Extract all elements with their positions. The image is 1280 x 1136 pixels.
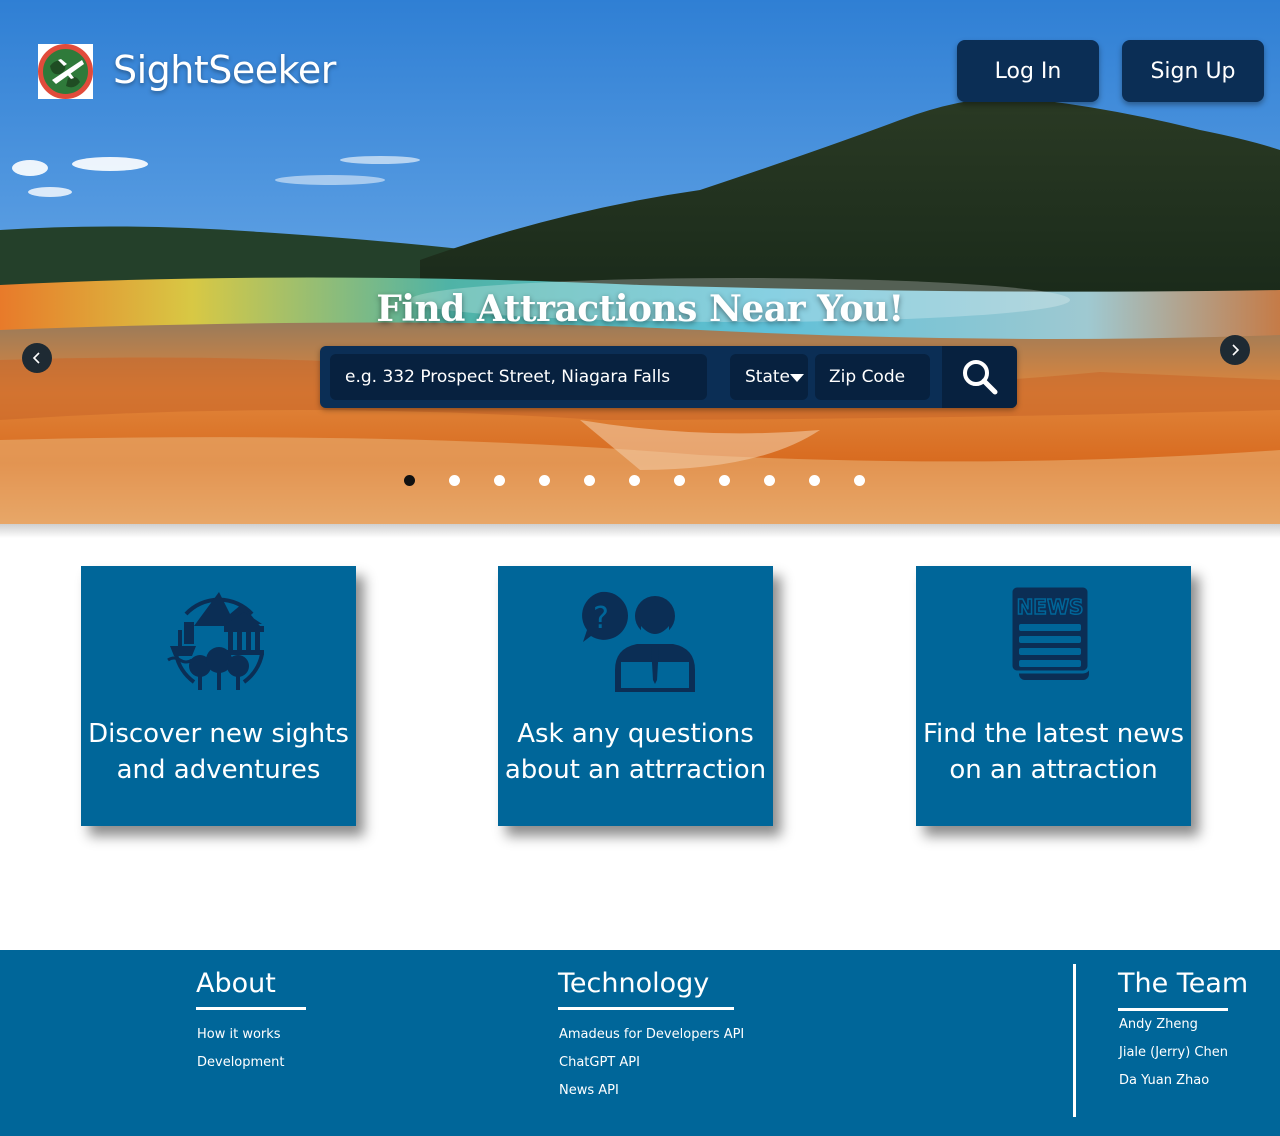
zip-code-input[interactable] <box>815 354 930 400</box>
footer-link-amadeus-api[interactable]: Amadeus for Developers API <box>559 1027 744 1042</box>
footer-link-how-it-works[interactable]: How it works <box>197 1027 281 1042</box>
svg-text:NEWS: NEWS <box>1016 595 1083 619</box>
carousel-dot[interactable] <box>809 475 820 486</box>
card-text-line: Ask any questions <box>517 719 754 749</box>
feature-card-ask[interactable]: ? Ask any questions about an attrraction <box>498 566 773 826</box>
footer-link-chatgpt-api[interactable]: ChatGPT API <box>559 1055 640 1070</box>
card-text: Find the latest news on an attraction <box>916 716 1191 788</box>
signup-button[interactable]: Sign Up <box>1122 40 1264 102</box>
footer-link-news-api[interactable]: News API <box>559 1083 619 1098</box>
footer-team-rule <box>1118 1008 1228 1011</box>
hero-banner: SightSeeker Log In Sign Up Find Attracti… <box>0 0 1280 524</box>
hero-shadow <box>0 524 1280 538</box>
state-select[interactable]: State <box>730 354 808 400</box>
carousel-dot[interactable] <box>584 475 595 486</box>
footer-team-member: Jiale (Jerry) Chen <box>1119 1045 1228 1060</box>
carousel-dot[interactable] <box>539 475 550 486</box>
footer-team-member: Da Yuan Zhao <box>1119 1073 1210 1088</box>
brand-name[interactable]: SightSeeker <box>113 48 336 92</box>
footer-link-development[interactable]: Development <box>197 1055 285 1070</box>
carousel-dot[interactable] <box>854 475 865 486</box>
footer-about-rule <box>196 1007 306 1010</box>
login-button[interactable]: Log In <box>957 40 1099 102</box>
state-select-label: State <box>745 367 790 387</box>
footer-technology-rule <box>558 1007 734 1010</box>
card-text: Discover new sights and adventures <box>81 716 356 788</box>
card-text-line: Discover new sights <box>88 719 349 749</box>
landmarks-globe-icon <box>166 592 264 690</box>
footer-team-heading: The Team <box>1118 968 1249 999</box>
globe-airplane-icon <box>38 44 93 99</box>
card-text: Ask any questions about an attrraction <box>498 716 773 788</box>
card-text-line: about an attrraction <box>504 755 767 785</box>
carousel-dot[interactable] <box>494 475 505 486</box>
caret-down-icon <box>790 374 804 382</box>
search-bar: State <box>320 346 1017 408</box>
card-icon-wrapper: NEWS <box>916 584 1191 694</box>
carousel-dot[interactable] <box>629 475 640 486</box>
carousel-dot[interactable] <box>404 475 415 486</box>
feature-card-discover[interactable]: Discover new sights and adventures <box>81 566 356 826</box>
hero-title: Find Attractions Near You! <box>376 288 904 330</box>
carousel-dot[interactable] <box>764 475 775 486</box>
card-text-line: on an attraction <box>949 755 1158 785</box>
address-search-input[interactable] <box>330 354 707 400</box>
sightseeker-logo[interactable] <box>38 44 93 99</box>
carousel-dot[interactable] <box>719 475 730 486</box>
carousel-next-button[interactable] <box>1220 335 1250 365</box>
newspaper-icon: NEWS <box>1009 584 1090 680</box>
search-button[interactable] <box>942 346 1017 408</box>
footer: About How it works Development Technolog… <box>0 950 1280 1136</box>
card-icon-wrapper: ? <box>498 584 773 694</box>
card-text-line: and adventures <box>116 755 321 785</box>
footer-technology-heading: Technology <box>558 968 710 999</box>
search-icon <box>962 360 997 395</box>
question-person-icon: ? <box>581 591 695 692</box>
card-text-line: Find the latest news <box>922 719 1185 749</box>
carousel-dot[interactable] <box>449 475 460 486</box>
footer-divider <box>1073 964 1076 1117</box>
chevron-left-icon <box>32 352 40 364</box>
footer-team-member: Andy Zheng <box>1119 1017 1198 1032</box>
footer-about-heading: About <box>196 968 276 999</box>
carousel-prev-button[interactable] <box>22 343 52 373</box>
feature-card-news[interactable]: NEWS Find the latest news on an attracti… <box>916 566 1191 826</box>
card-icon-wrapper <box>81 584 356 694</box>
carousel-dot[interactable] <box>674 475 685 486</box>
chevron-right-icon <box>1232 344 1240 356</box>
svg-text:?: ? <box>593 601 609 636</box>
